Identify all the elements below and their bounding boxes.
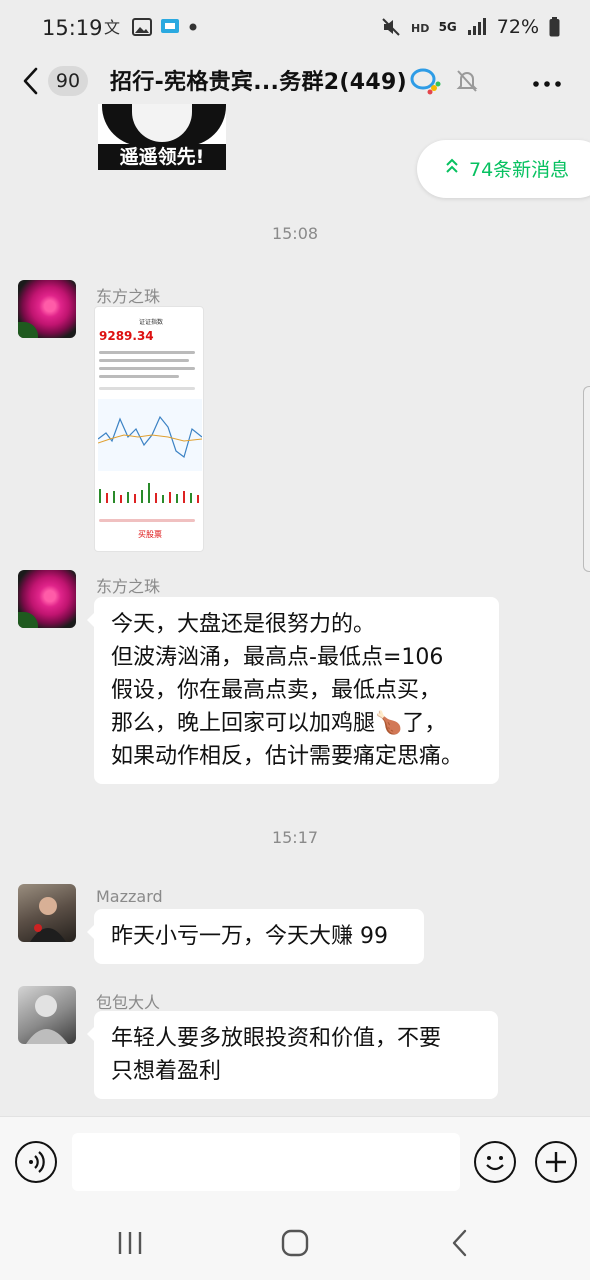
mute-icon bbox=[381, 18, 400, 36]
message-line: 如果动作相反，估计需要痛定思痛。 bbox=[111, 744, 464, 769]
message-bubble[interactable]: 今天，大盘还是很努力的。 但波涛汹涌，最高点-最低点=106 假设，你在最高点卖… bbox=[87, 597, 499, 784]
status-bar: 15:19 文 HD 5G 72% bbox=[0, 0, 590, 58]
timestamp: 15:17 bbox=[271, 828, 319, 847]
status-system-icons: HD 5G 72% bbox=[381, 16, 560, 38]
mute-bell-icon bbox=[456, 70, 478, 92]
hd-icon: HD bbox=[411, 22, 429, 34]
system-navigation-bar bbox=[0, 1208, 590, 1280]
timestamp: 15:08 bbox=[271, 224, 319, 243]
thumbnail-volume-bars bbox=[99, 483, 199, 503]
gallery-icon bbox=[132, 18, 152, 36]
sender-name: 东方之珠 bbox=[96, 287, 161, 306]
new-messages-label: 74条新消息 bbox=[469, 159, 570, 181]
screen-icon bbox=[161, 19, 179, 33]
sender-name: 包包大人 bbox=[96, 993, 161, 1012]
enterprise-wechat-icon bbox=[410, 68, 441, 95]
battery-percent: 72% bbox=[496, 16, 539, 38]
message-input[interactable] bbox=[72, 1133, 460, 1191]
sender-name: Mazzard bbox=[96, 887, 163, 906]
message-line: 今天，大盘还是很努力的。 bbox=[111, 612, 376, 637]
stock-screenshot-thumbnail[interactable]: 证证指数 9289.34 买股票 bbox=[94, 306, 204, 552]
unread-count-badge[interactable]: 90 bbox=[48, 66, 88, 96]
sender-name: 东方之珠 bbox=[96, 577, 161, 596]
avatar[interactable] bbox=[18, 280, 76, 338]
svg-text:HD: HD bbox=[411, 22, 429, 34]
avatar[interactable] bbox=[18, 570, 76, 628]
svg-text:文: 文 bbox=[104, 18, 120, 37]
scroll-handle[interactable] bbox=[583, 386, 590, 572]
message-line: 假设，你在最高点卖，最低点买， bbox=[111, 678, 442, 703]
message-bubble[interactable]: 年轻人要多放眼投资和价值，不要 只想着盈利 bbox=[87, 1011, 498, 1099]
avatar[interactable] bbox=[18, 986, 76, 1044]
message-line: 那么，晚上回家可以加鸡腿🍗了， bbox=[111, 711, 447, 736]
chat-title[interactable]: 招行-宪格贵宾...务群2(449) bbox=[110, 64, 407, 96]
new-messages-button[interactable]: 74条新消息 bbox=[417, 140, 590, 198]
message-line: 但波涛汹涌，最高点-最低点=106 bbox=[111, 645, 444, 670]
home-icon[interactable] bbox=[281, 1229, 309, 1257]
battery-icon bbox=[549, 17, 560, 37]
back-nav-icon[interactable] bbox=[450, 1228, 470, 1258]
thumbnail-price: 9289.34 bbox=[99, 329, 154, 343]
back-icon[interactable] bbox=[20, 66, 42, 96]
double-chevron-up-icon bbox=[445, 157, 459, 180]
status-time: 15:19 bbox=[42, 16, 103, 40]
thumbnail-title: 证证指数 bbox=[139, 319, 164, 326]
sticker-image[interactable]: 遥遥领先! bbox=[98, 104, 226, 170]
message-line: 昨天小亏一万，今天大赚 99 bbox=[111, 924, 388, 949]
message-line: 只想着盈利 bbox=[111, 1059, 222, 1084]
voice-input-icon[interactable] bbox=[15, 1141, 57, 1183]
status-notification-icons: 文 bbox=[104, 17, 198, 37]
thumbnail-line-chart bbox=[98, 399, 202, 471]
signal-icon bbox=[467, 18, 486, 35]
input-bar bbox=[0, 1116, 590, 1208]
more-options-icon[interactable] bbox=[532, 62, 562, 105]
add-attachment-icon[interactable] bbox=[535, 1141, 577, 1183]
message-bubble[interactable]: 昨天小亏一万，今天大赚 99 bbox=[87, 909, 424, 964]
recent-apps-icon[interactable] bbox=[116, 1230, 144, 1256]
translate-icon: 文 bbox=[104, 18, 120, 37]
sticker-caption: 遥遥领先! bbox=[98, 144, 226, 170]
chat-header: 90 招行-宪格贵宾...务群2(449) bbox=[0, 58, 590, 104]
avatar[interactable] bbox=[18, 884, 76, 942]
network-label: 5G bbox=[438, 20, 457, 34]
message-line: 年轻人要多放眼投资和价值，不要 bbox=[111, 1026, 442, 1051]
thumbnail-buy-button: 买股票 bbox=[138, 530, 162, 539]
dot-icon bbox=[189, 23, 197, 31]
emoji-icon[interactable] bbox=[474, 1141, 516, 1183]
